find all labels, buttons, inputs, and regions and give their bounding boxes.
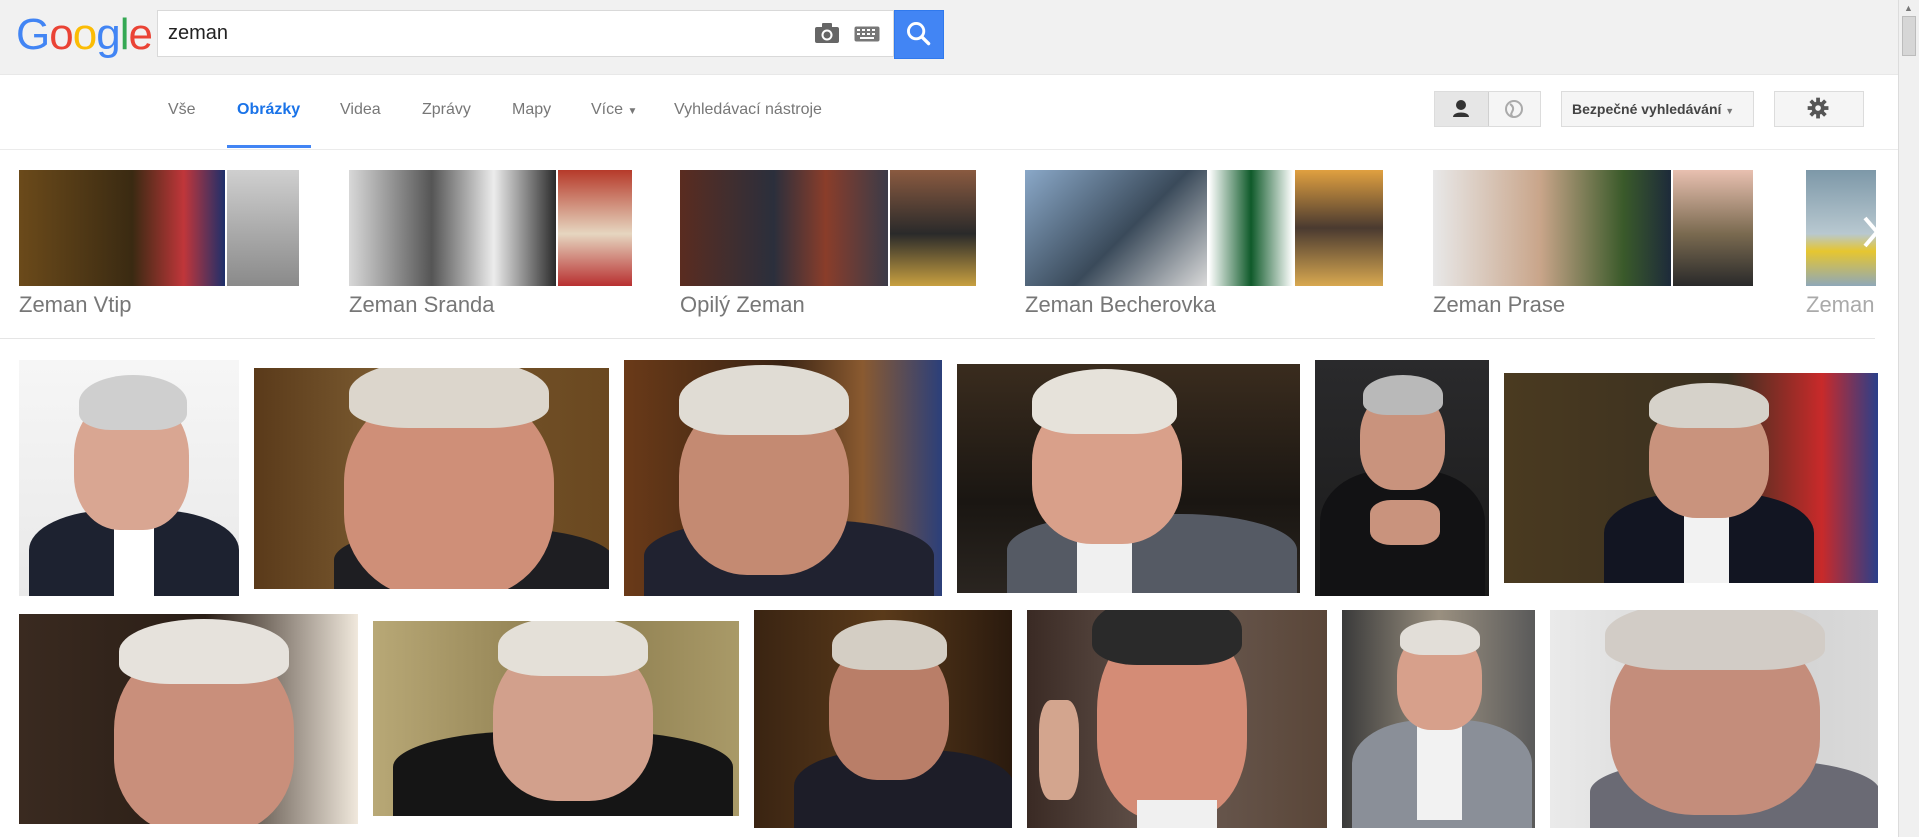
scroll-up-icon[interactable]: ▲: [1904, 3, 1913, 13]
related-image: [890, 170, 976, 286]
result-image[interactable]: [19, 614, 358, 824]
related-thumbnails: [1025, 170, 1383, 286]
scroll-thumb[interactable]: [1902, 16, 1916, 56]
result-image[interactable]: [624, 360, 942, 596]
section-divider: [0, 338, 1875, 339]
chevron-down-icon: ▼: [627, 106, 638, 117]
result-image[interactable]: [1550, 610, 1878, 828]
logo-letter: g: [96, 10, 121, 59]
gear-icon: [1807, 97, 1829, 119]
google-logo[interactable]: Google: [16, 10, 153, 60]
related-image: [227, 170, 299, 286]
person-icon: [1453, 100, 1469, 117]
active-tab-indicator: [227, 145, 311, 148]
search-icon: [907, 22, 931, 46]
tab-images[interactable]: Obrázky: [237, 101, 300, 119]
tab-more-label: Více: [591, 101, 624, 118]
result-image[interactable]: [254, 368, 609, 589]
camera-icon[interactable]: [814, 22, 840, 44]
tab-all[interactable]: Vše: [168, 101, 196, 119]
related-thumbnails: [680, 170, 976, 286]
related-image: [1209, 170, 1293, 286]
related-thumbnails: [349, 170, 632, 286]
result-image[interactable]: [754, 610, 1012, 828]
related-image: [680, 170, 888, 286]
top-bar: Google: [0, 0, 1898, 75]
related-thumbnails: [19, 170, 299, 286]
search-input[interactable]: [168, 11, 808, 56]
related-search-label: Zeman r: [1806, 292, 1876, 317]
result-image[interactable]: [1315, 360, 1489, 596]
related-image: [558, 170, 632, 286]
related-image: [1673, 170, 1753, 286]
personal-results-option[interactable]: [1435, 92, 1489, 126]
tab-news[interactable]: Zprávy: [422, 101, 471, 119]
related-search-label: Zeman Becherovka: [1025, 292, 1216, 317]
related-search-label: Zeman Prase: [1433, 292, 1566, 317]
safe-search-dropdown[interactable]: Bezpečné vyhledávání ▼: [1561, 91, 1754, 127]
tab-more[interactable]: Více ▼: [591, 101, 637, 119]
related-image: [1295, 170, 1383, 286]
chevron-down-icon: ▼: [1725, 106, 1735, 116]
related-image: [1433, 170, 1671, 286]
keyboard-icon[interactable]: [854, 26, 880, 42]
related-search-label: Zeman Sranda: [349, 292, 495, 317]
logo-letter: G: [16, 10, 50, 59]
result-image[interactable]: [1342, 610, 1535, 828]
settings-button[interactable]: [1774, 91, 1864, 127]
logo-letter: e: [128, 10, 153, 59]
globe-icon[interactable]: [1488, 92, 1541, 126]
related-image: [349, 170, 556, 286]
related-search-label: Zeman Vtip: [19, 292, 132, 317]
related-image: [19, 170, 225, 286]
tab-search-tools[interactable]: Vyhledávací nástroje: [674, 101, 822, 119]
search-button[interactable]: [894, 10, 944, 59]
vertical-scrollbar[interactable]: ▲: [1898, 0, 1919, 837]
search-box[interactable]: [157, 10, 894, 57]
chevron-right-icon[interactable]: [1860, 212, 1882, 252]
related-image: [1025, 170, 1207, 286]
result-image[interactable]: [19, 360, 239, 596]
result-image[interactable]: [957, 364, 1300, 593]
related-search-label: Opilý Zeman: [680, 292, 805, 317]
personal-results-toggle[interactable]: [1434, 91, 1541, 127]
logo-letter: l: [119, 10, 130, 59]
logo-letter: o: [72, 10, 98, 59]
safe-search-label: Bezpečné vyhledávání: [1572, 101, 1722, 117]
tab-maps[interactable]: Mapy: [512, 101, 551, 119]
logo-letter: o: [49, 10, 74, 59]
result-image[interactable]: [1504, 373, 1878, 583]
related-thumbnails: [1433, 170, 1753, 286]
tab-videos[interactable]: Videa: [340, 101, 381, 119]
result-image[interactable]: [1027, 610, 1327, 828]
search-tabs: Vše Obrázky Videa Zprávy Mapy Více ▼ Vyh…: [0, 75, 1898, 150]
result-image[interactable]: [373, 621, 739, 816]
